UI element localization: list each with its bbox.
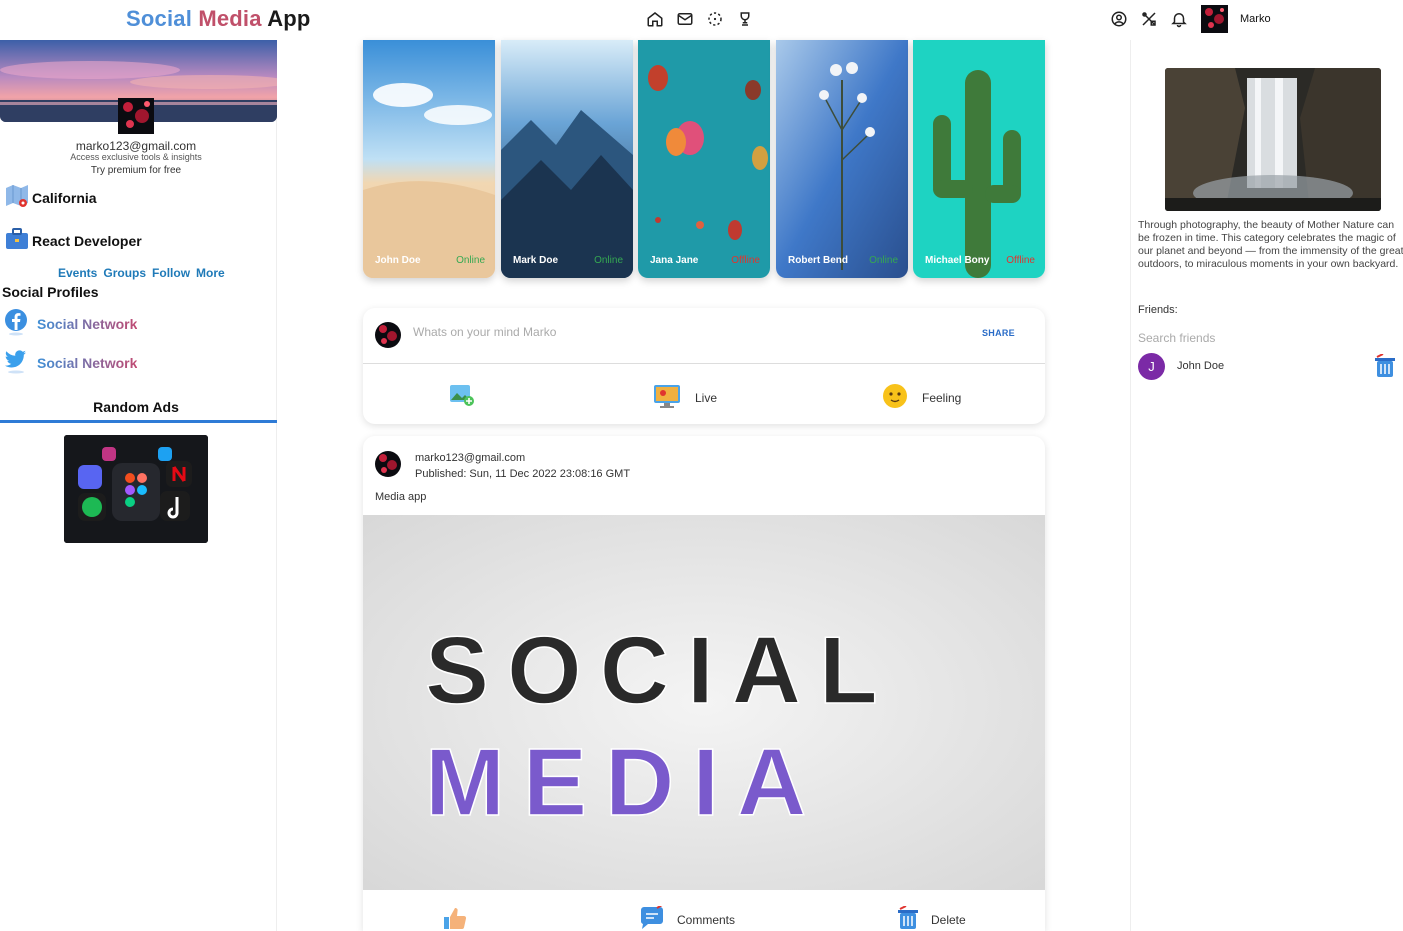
account-icon[interactable] — [1110, 10, 1128, 28]
follow-link[interactable]: Follow — [152, 266, 190, 280]
bell-icon[interactable] — [1170, 10, 1188, 28]
feeling-button[interactable]: Feeling — [882, 383, 961, 412]
logo-word-app: App — [267, 6, 311, 31]
story-name: Michael Bony — [925, 255, 990, 266]
delete-label: Delete — [931, 912, 966, 927]
profile-links: Events Groups Follow More — [58, 266, 225, 280]
live-icon — [653, 383, 681, 412]
comments-button[interactable]: Comments — [639, 904, 736, 931]
location-row: California — [4, 183, 97, 212]
add-photo-icon — [449, 383, 475, 410]
image-word-social: SOCIAL — [425, 617, 896, 724]
briefcase-icon — [4, 226, 30, 255]
friend-name: John Doe — [1177, 360, 1225, 372]
social-profile-twitter[interactable]: Social Network — [4, 347, 137, 378]
friend-item[interactable]: J John Doe — [1138, 352, 1403, 382]
post-avatar[interactable] — [375, 451, 401, 477]
profile-email: marko123@gmail.com — [75, 139, 197, 153]
emoji-icon — [882, 383, 908, 412]
story-status: Online — [594, 255, 623, 266]
facebook-icon — [4, 308, 28, 339]
story-card[interactable]: John Doe Online — [363, 40, 495, 278]
story-status: Offline — [1006, 255, 1035, 266]
story-card[interactable]: Michael Bony Offline — [913, 40, 1045, 278]
add-photo-button[interactable] — [449, 383, 489, 410]
stories-row: John Doe Online Mark Doe Online Jana Jan… — [363, 40, 1045, 278]
image-word-media: MEDIA — [425, 729, 824, 836]
ads-divider — [0, 420, 277, 423]
share-avatar — [375, 322, 401, 348]
share-button[interactable]: SHARE — [982, 328, 1015, 338]
more-link[interactable]: More — [196, 266, 225, 280]
post-image[interactable]: SOCIAL MEDIA — [363, 515, 1045, 890]
logo-word-social: Social — [126, 6, 193, 31]
app-logo[interactable]: Social Media App — [126, 6, 311, 32]
story-name: Robert Bend — [788, 255, 848, 266]
post-input[interactable] — [413, 325, 933, 339]
story-card[interactable]: Robert Bend Online — [776, 40, 908, 278]
post-card: marko123@gmail.com Published: Sun, 11 De… — [363, 436, 1045, 931]
live-button[interactable]: Live — [653, 383, 717, 412]
job-row: React Developer — [4, 226, 142, 255]
right-sidebar: Through photography, the beauty of Mothe… — [1130, 40, 1403, 931]
comment-icon — [639, 904, 665, 931]
story-status: Online — [869, 255, 898, 266]
delete-button[interactable]: Delete — [897, 905, 966, 931]
map-icon — [4, 183, 30, 212]
story-status: Online — [456, 255, 485, 266]
friends-search-input[interactable] — [1138, 331, 1368, 345]
story-card[interactable]: Mark Doe Online — [501, 40, 633, 278]
mail-icon[interactable] — [676, 10, 694, 28]
story-status: Offline — [731, 255, 760, 266]
profile-subtitle: Access exclusive tools & insights — [70, 152, 202, 162]
random-ads-title: Random Ads — [93, 399, 179, 415]
comments-label: Comments — [677, 912, 736, 927]
facebook-label: Social Network — [37, 315, 138, 332]
groups-link[interactable]: Groups — [103, 266, 146, 280]
social-profile-facebook[interactable]: Social Network — [4, 308, 137, 339]
post-date: Published: Sun, 11 Dec 2022 23:08:16 GMT — [415, 468, 631, 480]
post-author[interactable]: marko123@gmail.com — [415, 452, 525, 464]
header-actions — [1110, 10, 1188, 28]
user-name[interactable]: Marko — [1240, 13, 1271, 25]
like-icon — [443, 906, 467, 931]
location-text: California — [32, 189, 97, 206]
feeling-label: Feeling — [922, 390, 962, 405]
story-name: Mark Doe — [513, 255, 559, 266]
premium-link[interactable]: Try premium for free — [0, 165, 272, 176]
events-link[interactable]: Events — [58, 266, 97, 280]
twitter-label: Social Network — [37, 354, 138, 371]
like-button[interactable] — [443, 906, 479, 931]
post-text: Media app — [375, 491, 427, 503]
share-divider — [363, 363, 1045, 364]
remove-friend-icon[interactable] — [1374, 353, 1396, 378]
live-label: Live — [695, 390, 718, 405]
social-profiles-title: Social Profiles — [2, 284, 99, 300]
user-avatar[interactable] — [1201, 5, 1228, 33]
logo-word-media: Media — [198, 6, 262, 31]
left-sidebar: marko123@gmail.com Access exclusive tool… — [0, 40, 277, 931]
top-bar: Social Media App Marko — [0, 0, 1403, 40]
friends-title: Friends: — [1138, 304, 1178, 316]
explore-icon[interactable] — [706, 10, 724, 28]
main-nav — [646, 10, 754, 28]
friend-avatar: J — [1138, 353, 1165, 380]
home-icon[interactable] — [646, 10, 664, 28]
feature-description: Through photography, the beauty of Mothe… — [1138, 219, 1403, 270]
twitter-icon — [4, 347, 28, 378]
feature-image[interactable] — [1165, 68, 1381, 211]
story-card[interactable]: Jana Jane Offline — [638, 40, 770, 278]
trophy-icon[interactable] — [736, 10, 754, 28]
story-name: Jana Jane — [650, 255, 699, 266]
trash-icon — [897, 905, 919, 931]
story-name: John Doe — [375, 255, 421, 266]
job-text: React Developer — [32, 232, 142, 249]
share-card: SHARE Live — [363, 308, 1045, 424]
tools-icon[interactable] — [1140, 10, 1158, 28]
profile-avatar[interactable] — [118, 98, 154, 134]
ad-image[interactable] — [64, 435, 208, 543]
